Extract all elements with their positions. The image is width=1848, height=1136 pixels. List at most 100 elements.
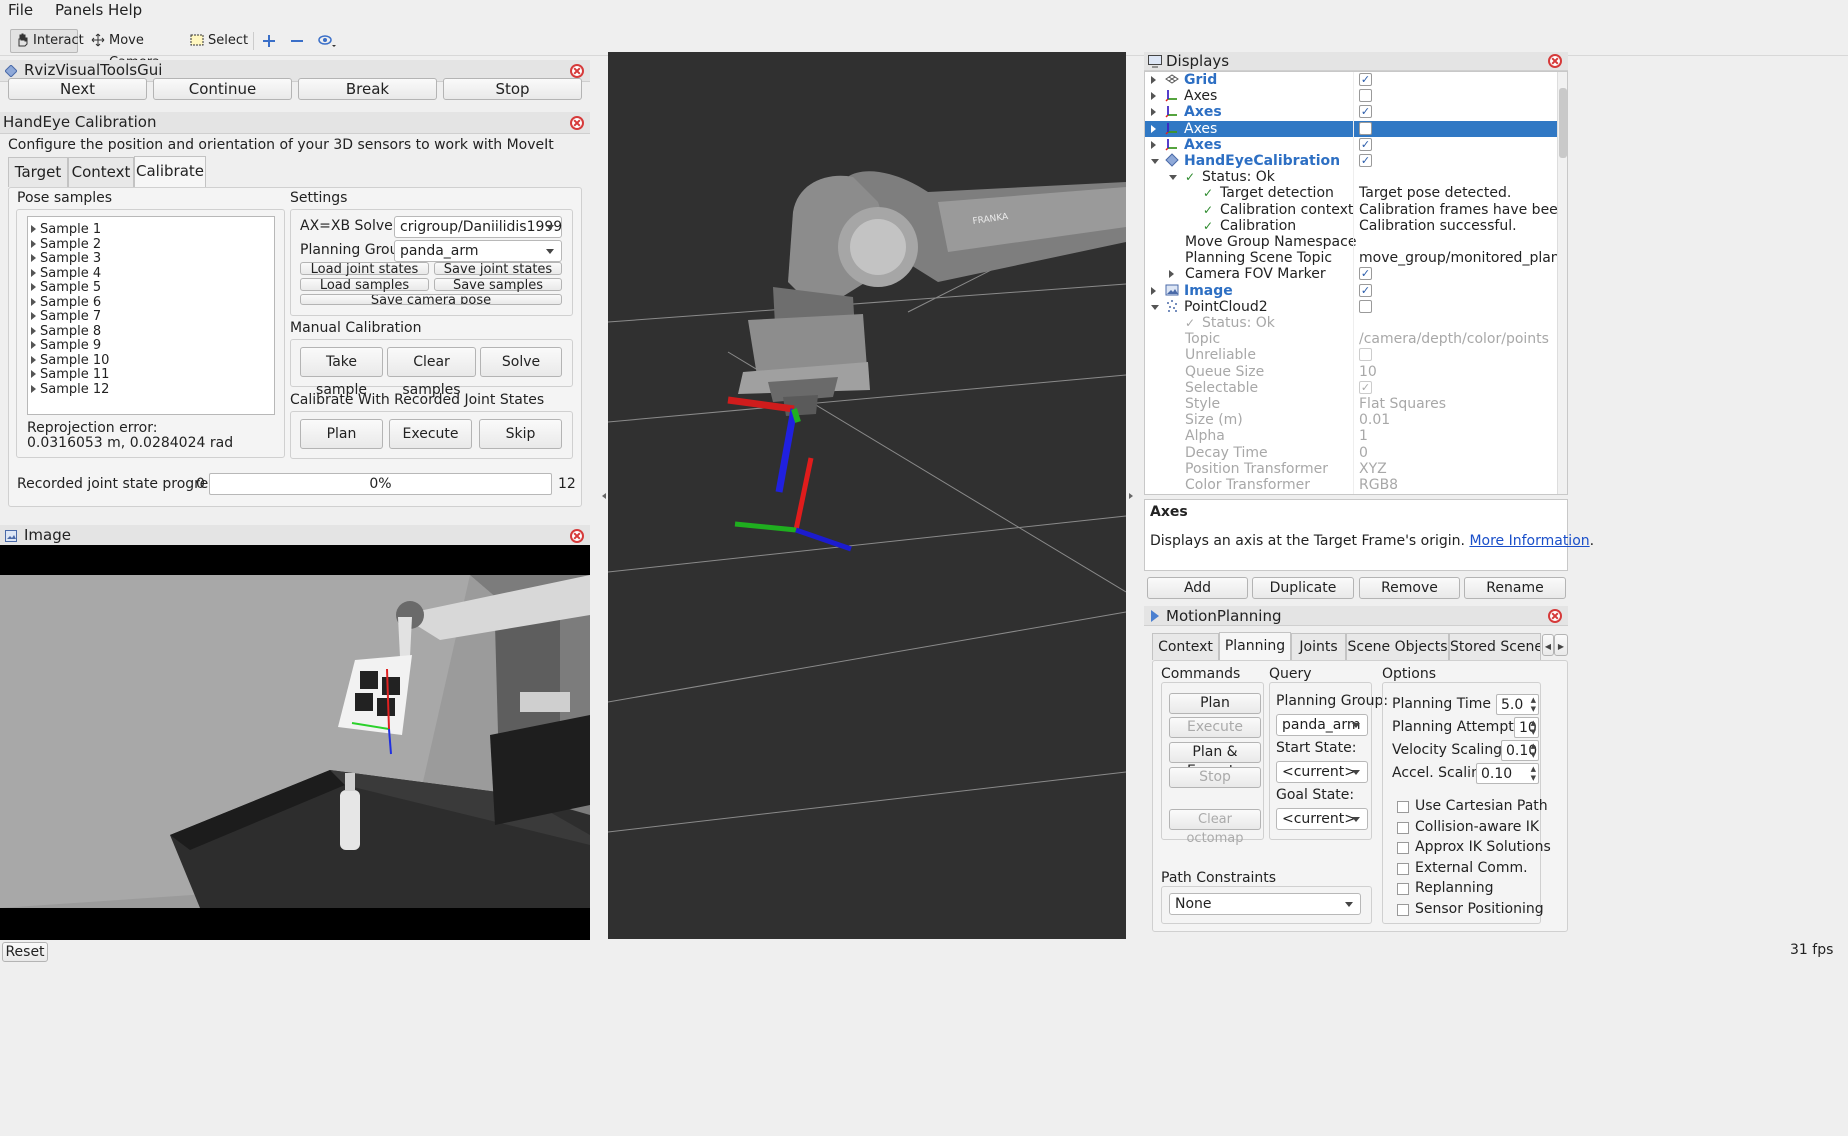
display-enable-checkbox[interactable]: ✓: [1359, 105, 1372, 119]
display-row-value[interactable]: 0: [1359, 445, 1368, 461]
expand-arrow-icon[interactable]: [1151, 92, 1160, 101]
tab-stored-scenes[interactable]: Stored Scene: [1449, 633, 1541, 660]
expand-arrow-icon[interactable]: [1151, 108, 1160, 117]
save-samples-button[interactable]: Save samples: [434, 278, 562, 292]
planning-time-spinbox[interactable]: 5.0: [1496, 694, 1539, 715]
display-tree-row[interactable]: ✓ Target detection Target pose detected.: [1145, 185, 1557, 201]
display-tree-row[interactable]: Queue Size 10: [1145, 364, 1557, 380]
planning-attempts-spinbox[interactable]: 10: [1514, 717, 1539, 738]
display-row-value[interactable]: 0.01: [1359, 412, 1390, 428]
display-tree-row[interactable]: ✓ Status: Ok: [1145, 315, 1557, 331]
velocity-scaling-spinbox[interactable]: 0.10: [1501, 740, 1539, 761]
planning-group-combo[interactable]: panda_arm: [394, 240, 562, 262]
display-enable-checkbox[interactable]: ✓: [1359, 137, 1372, 151]
add-display-button[interactable]: Add: [1147, 577, 1248, 599]
display-tree-row[interactable]: HandEyeCalibration ✓: [1145, 153, 1557, 169]
pose-samples-list[interactable]: Sample 1 Sample 2 Sample 3 Sample 4 Sample 5…: [27, 216, 275, 415]
execute-button[interactable]: Execute: [389, 419, 472, 449]
expand-arrow-icon[interactable]: [1151, 140, 1160, 149]
tab-scene-objects[interactable]: Scene Objects: [1346, 633, 1449, 660]
option-checkbox[interactable]: [1397, 883, 1409, 895]
tab-planning[interactable]: Planning: [1219, 632, 1291, 660]
save-joint-states-button[interactable]: Save joint states: [434, 262, 562, 276]
displays-tree[interactable]: Grid ✓ Axes Axes ✓ Axes Axes ✓ HandEyeCalibratio…: [1144, 71, 1568, 495]
display-row-value[interactable]: Flat Squares: [1359, 396, 1446, 412]
planning-group-query-combo[interactable]: panda_arm: [1276, 714, 1368, 736]
option-checkbox[interactable]: [1397, 801, 1409, 813]
load-joint-states-button[interactable]: Load joint states: [300, 262, 429, 276]
expand-arrow-icon[interactable]: [31, 254, 40, 262]
option-checkbox[interactable]: [1397, 903, 1409, 916]
display-tree-row[interactable]: Move Group Namespace: [1145, 234, 1557, 250]
duplicate-display-button[interactable]: Duplicate: [1252, 577, 1354, 599]
display-row-value[interactable]: move_group/monitored_planni...: [1359, 250, 1567, 266]
display-row-value[interactable]: RGB8: [1359, 477, 1398, 493]
right-splitter[interactable]: [1128, 56, 1134, 938]
close-icon[interactable]: [570, 529, 584, 543]
display-enable-checkbox[interactable]: [1359, 299, 1372, 313]
display-enable-checkbox[interactable]: [1359, 121, 1372, 135]
expand-arrow-icon[interactable]: [31, 341, 40, 349]
expand-arrow-icon[interactable]: [31, 355, 40, 364]
tab-context[interactable]: Context: [68, 157, 134, 187]
display-tree-row[interactable]: ✓ Calibration context Calibration frames h…: [1145, 202, 1567, 218]
display-tree-row[interactable]: Style Flat Squares: [1145, 396, 1557, 412]
add-tool-icon[interactable]: [262, 34, 276, 48]
close-icon[interactable]: [1548, 54, 1562, 68]
save-camera-pose-button[interactable]: Save camera pose: [300, 294, 562, 305]
3d-render-view[interactable]: FRANKA: [608, 52, 1126, 939]
eye-icon[interactable]: [317, 33, 337, 49]
load-samples-button[interactable]: Load samples: [300, 278, 429, 292]
expand-arrow-icon[interactable]: [1151, 76, 1160, 84]
display-row-value[interactable]: XYZ: [1359, 461, 1387, 477]
tab-calibrate[interactable]: Calibrate: [134, 156, 206, 187]
display-tree-row[interactable]: Axes: [1145, 120, 1557, 137]
display-enable-checkbox[interactable]: ✓: [1359, 380, 1372, 394]
display-tree-row[interactable]: PointCloud2: [1145, 299, 1557, 315]
display-enable-checkbox[interactable]: ✓: [1359, 283, 1372, 297]
motion-execute-button[interactable]: Execute: [1169, 717, 1261, 738]
solver-combo[interactable]: crigroup/Daniilidis1999: [394, 216, 562, 238]
camera-image-view[interactable]: [0, 545, 590, 940]
menu-panels[interactable]: Panels: [55, 1, 103, 19]
expand-arrow-icon[interactable]: [1169, 270, 1178, 279]
display-tree-row[interactable]: Selectable ✓: [1145, 380, 1557, 396]
accel-scaling-spinbox[interactable]: 0.10: [1476, 763, 1539, 784]
interact-tool-button[interactable]: Interact: [10, 29, 84, 53]
collapse-arrow-icon[interactable]: [1151, 304, 1159, 314]
display-tree-row[interactable]: ✓ Status: Ok: [1145, 169, 1557, 185]
break-button[interactable]: Break: [298, 78, 437, 100]
path-constraints-combo[interactable]: None: [1169, 893, 1361, 915]
motion-plan-button[interactable]: Plan: [1169, 693, 1261, 714]
expand-arrow-icon[interactable]: [31, 297, 40, 306]
collapse-left-icon[interactable]: [599, 493, 606, 499]
option-checkbox[interactable]: [1397, 862, 1409, 875]
collapse-right-icon[interactable]: [1129, 493, 1136, 499]
remove-tool-icon[interactable]: [290, 34, 304, 48]
next-button[interactable]: Next: [8, 78, 147, 100]
clear-samples-button[interactable]: Clear samples: [387, 347, 476, 398]
select-tool-button[interactable]: Select: [185, 29, 248, 53]
expand-arrow-icon[interactable]: [31, 268, 40, 277]
expand-arrow-icon[interactable]: [1151, 124, 1160, 133]
expand-arrow-icon[interactable]: [31, 239, 40, 248]
display-tree-row[interactable]: Color Transformer RGB8: [1145, 477, 1557, 493]
display-tree-row[interactable]: Grid ✓: [1145, 72, 1557, 88]
more-information-link[interactable]: More Information: [1469, 533, 1589, 549]
close-icon[interactable]: [1548, 609, 1562, 623]
display-row-value[interactable]: Target pose detected.: [1359, 185, 1511, 201]
expand-arrow-icon[interactable]: [31, 326, 40, 335]
menu-help[interactable]: Help: [108, 1, 142, 19]
close-icon[interactable]: [570, 116, 584, 130]
display-enable-checkbox[interactable]: [1359, 348, 1372, 362]
clear-octomap-button[interactable]: Clear octomap: [1169, 809, 1261, 846]
expand-arrow-icon[interactable]: [31, 225, 40, 233]
display-row-value[interactable]: 1: [1359, 428, 1368, 444]
option-checkbox[interactable]: [1397, 842, 1409, 854]
display-row-value[interactable]: Calibration successful.: [1359, 218, 1517, 234]
continue-button[interactable]: Continue: [153, 78, 292, 100]
display-enable-checkbox[interactable]: ✓: [1359, 154, 1372, 167]
display-tree-row[interactable]: Axes ✓: [1145, 104, 1557, 120]
expand-arrow-icon[interactable]: [31, 312, 40, 320]
goal-state-combo[interactable]: <current>: [1276, 808, 1368, 830]
